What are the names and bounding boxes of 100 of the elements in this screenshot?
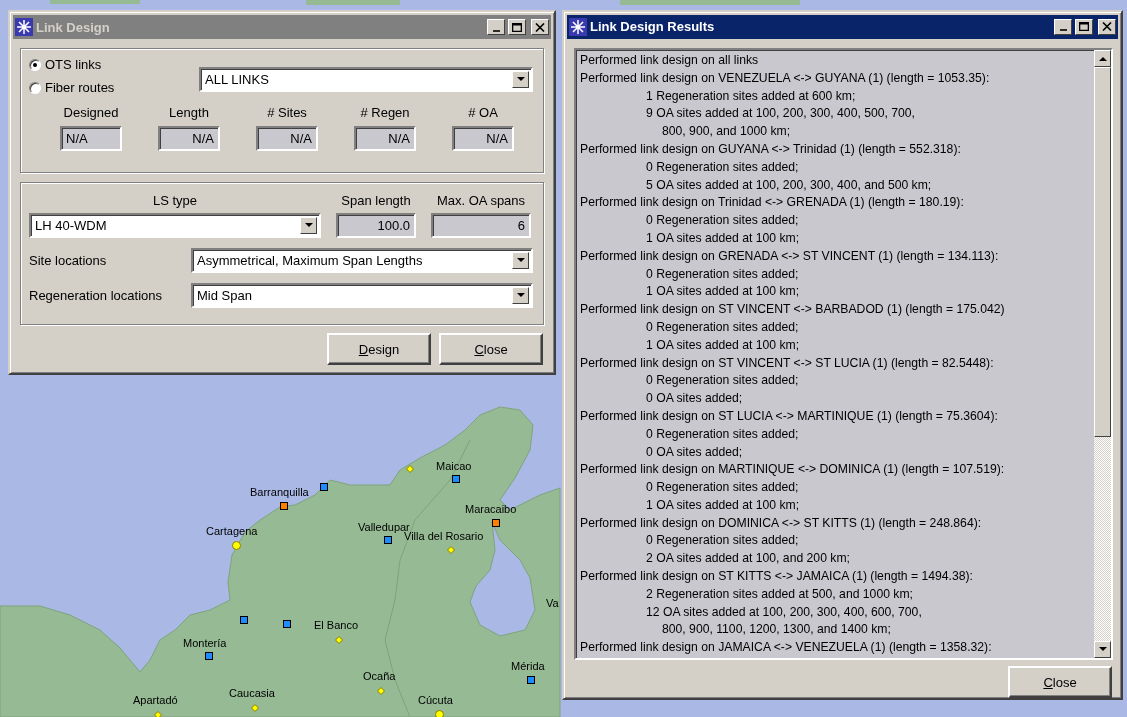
readonly-field: N/A <box>60 126 122 151</box>
city-label: Valledupar <box>358 521 410 533</box>
star-icon <box>569 18 587 36</box>
log-line: 800, 900, 1100, 1200, 1300, and 1400 km; <box>662 621 891 639</box>
log-line: 1 OA sites added at 100 km; <box>646 229 800 247</box>
link-dropdown[interactable]: ALL LINKS <box>199 67 533 92</box>
log-line: 1 OA sites added at 100 km; <box>646 283 800 301</box>
city-label: Villa del Rosario <box>404 530 484 542</box>
dropdown-arrow-button[interactable] <box>512 71 529 88</box>
caret-down-icon <box>516 293 525 298</box>
city-label: Va <box>546 597 559 609</box>
readonly-field: N/A <box>256 126 318 151</box>
minimize-button[interactable] <box>1054 19 1072 35</box>
field-label: LS type <box>151 193 199 208</box>
field-label: Regeneration locations <box>29 288 163 303</box>
dropdown-arrow-button[interactable] <box>512 252 529 269</box>
city-label: Cúcuta <box>418 694 453 706</box>
scrollbar-thumb[interactable] <box>1094 66 1111 437</box>
minimize-icon <box>1059 29 1067 32</box>
site-locations-dropdown[interactable]: Asymmetrical, Maximum Span Lengths <box>191 248 533 273</box>
scroll-down-button[interactable] <box>1094 641 1111 658</box>
log-line: 12 OA sites added at 100, 200, 300, 400, 600, 700, <box>646 603 922 621</box>
log-line: 0 OA sites added; <box>646 443 743 461</box>
readonly-field: 100.0 <box>336 213 416 238</box>
close-icon <box>1102 22 1112 32</box>
readonly-field: N/A <box>452 126 514 151</box>
maximize-button[interactable] <box>1075 19 1093 35</box>
log-line: Performed link design on ST LUCIA <-> MARTINIQUE (1) (length = 75.3604): <box>580 407 998 425</box>
field-label: # Sites <box>267 105 307 120</box>
triangle-icon <box>1098 55 1107 61</box>
dropdown-arrow-button[interactable] <box>512 287 529 304</box>
close-button[interactable] <box>531 19 549 35</box>
radio-option[interactable]: OTS links <box>29 57 179 72</box>
caret-down-icon <box>516 258 525 263</box>
log-line: 0 Regeneration sites added; <box>646 532 799 550</box>
close-dialog-button[interactable]: Close <box>439 333 543 365</box>
log-line: 1 Regeneration sites added at 600 km; <box>646 87 856 105</box>
log-line: 0 Regeneration sites added; <box>646 318 799 336</box>
design-button[interactable]: Design <box>327 333 431 365</box>
maximize-button[interactable] <box>508 19 526 35</box>
window-title: Link Design <box>36 19 111 35</box>
log-line: Performed link design on VENEZUELA <-> GUYANA (1) (length = 1053.35): <box>580 69 990 87</box>
log-line: 2 Regeneration sites added at 500, and 1000 km; <box>646 585 913 603</box>
field-label: # Regen <box>360 105 410 120</box>
star-icon <box>15 18 33 36</box>
city-label: Maracaibo <box>465 503 517 515</box>
caret-down-icon <box>516 77 525 82</box>
field-label: Max. OA spans <box>435 193 527 208</box>
close-button[interactable] <box>1098 19 1116 35</box>
log-line: 0 Regeneration sites added; <box>646 212 799 230</box>
triangle-icon <box>1098 647 1107 652</box>
log-line: 0 Regeneration sites added; <box>646 425 799 443</box>
radio-button[interactable] <box>29 58 41 71</box>
city-label: El Banco <box>314 619 359 631</box>
log-line: Performed link design on all links <box>580 51 759 69</box>
caret-down-icon <box>304 223 313 228</box>
ls-type-dropdown[interactable]: LH 40-WDM <box>29 213 321 238</box>
field-label: Span length <box>340 193 412 208</box>
log-line: Performed link design on GUYANA <-> Trinidad (1) (length = 552.318): <box>580 140 961 158</box>
log-line: 0 OA sites added; <box>646 390 743 408</box>
field-label: Site locations <box>29 253 108 268</box>
maximize-icon <box>1079 22 1089 32</box>
city-label: Montería <box>183 637 227 649</box>
log-line: 1 OA sites added at 100 km; <box>646 496 800 514</box>
regeneration-locations-dropdown[interactable]: Mid Span <box>191 283 533 308</box>
city-label: Barranquilla <box>250 486 309 498</box>
scroll-up-button[interactable] <box>1094 49 1111 67</box>
log-line: 800, 900, and 1000 km; <box>662 123 791 141</box>
log-line: 9 OA sites added at 100, 200, 300, 400, 500, 700, <box>646 105 915 123</box>
readonly-field: N/A <box>354 126 416 151</box>
log-line: Performed link design on DOMINICA <-> ST KITTS (1) (length = 248.864): <box>580 514 982 532</box>
field-label: Length <box>169 105 209 120</box>
city-label: Ocaña <box>363 670 396 682</box>
log-line: 5 OA sites added at 100, 200, 300, 400, and 500 km; <box>646 176 932 194</box>
log-line: 0 Regeneration sites added; <box>646 479 799 497</box>
log-line: 0 Regeneration sites added; <box>646 265 799 283</box>
log-line: 0 Regeneration sites added; <box>646 158 799 176</box>
log-line: Performed link design on Trinidad <-> GRENADA (1) (length = 180.19): <box>580 194 964 212</box>
log-line: 2 OA sites added at 100, and 200 km; <box>646 550 850 568</box>
log-line: Performed link design on ST VINCENT <-> BARBADOD (1) (length = 175.042) <box>580 301 1005 319</box>
city-label: Caucasia <box>229 687 275 699</box>
city-label: Apartadó <box>133 694 178 706</box>
minimize-button[interactable] <box>487 19 505 35</box>
log-line: Performed link design on GRENADA <-> ST VINCENT (1) (length = 134.113): <box>580 247 999 265</box>
log-line: Performed link design on MARTINIQUE <-> DOMINICA (1) (length = 107.519): <box>580 461 1005 479</box>
readonly-field: 6 <box>431 213 531 238</box>
city-label: Maicao <box>436 460 472 472</box>
window-title: Link Design Results <box>590 19 716 35</box>
log-line: 0 Regeneration sites added; <box>646 372 799 390</box>
scrollbar[interactable] <box>1094 49 1111 658</box>
field-label: # OA <box>468 105 498 120</box>
minimize-icon <box>492 29 500 32</box>
log-line: Performed link design on ST VINCENT <-> ST LUCIA (1) (length = 82.5448): <box>580 354 994 372</box>
readonly-field: N/A <box>158 126 220 151</box>
city-label: Mérida <box>511 660 545 672</box>
close-dialog-button[interactable]: Close <box>1008 666 1112 698</box>
log-line: 1 OA sites added at 100 km; <box>646 336 800 354</box>
close-icon <box>535 22 545 32</box>
radio-option[interactable]: Fiber routes <box>29 80 179 95</box>
dropdown-arrow-button[interactable] <box>300 217 317 234</box>
